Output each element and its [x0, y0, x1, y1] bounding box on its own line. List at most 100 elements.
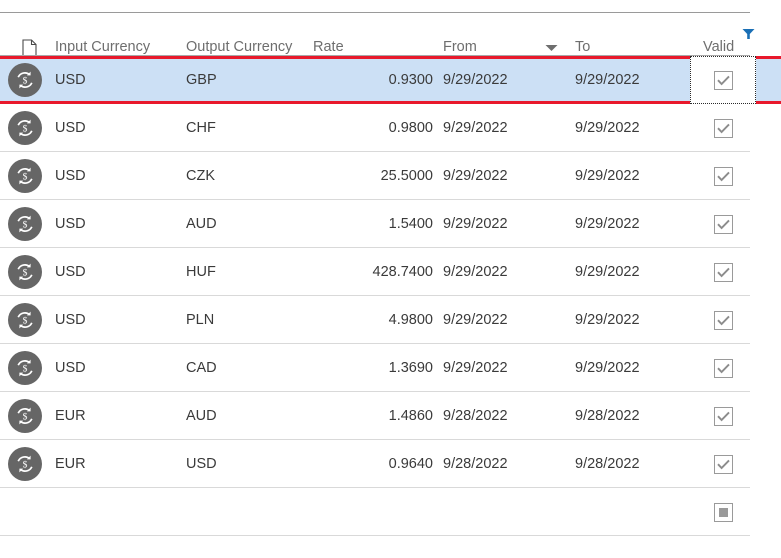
cell-output-currency[interactable]: CHF — [186, 104, 216, 152]
cell-from-date[interactable]: 9/29/2022 — [443, 152, 508, 200]
svg-text:$: $ — [23, 412, 28, 423]
cell-from-date[interactable]: 9/29/2022 — [443, 344, 508, 392]
valid-checkbox[interactable] — [713, 70, 733, 90]
row-icon-cell[interactable]: $ — [8, 344, 42, 392]
cell-input-currency[interactable]: USD — [55, 296, 86, 344]
cell-rate[interactable]: 25.5000 — [313, 152, 433, 200]
cell-valid[interactable] — [690, 488, 756, 536]
cell-valid[interactable] — [690, 248, 756, 296]
valid-checkbox[interactable] — [713, 406, 733, 426]
table-row[interactable]: $ USD CHF 0.9800 9/29/2022 9/29/2022 — [0, 104, 781, 152]
valid-checkbox[interactable] — [713, 262, 733, 282]
table-row[interactable]: $ EUR USD 0.9640 9/28/2022 9/28/2022 — [0, 440, 781, 488]
table-row[interactable]: $ EUR AUD 1.4860 9/28/2022 9/28/2022 — [0, 392, 781, 440]
table-row[interactable]: $ USD HUF 428.7400 9/29/2022 9/29/2022 — [0, 248, 781, 296]
cell-valid[interactable] — [690, 392, 756, 440]
cell-rate[interactable]: 1.4860 — [313, 392, 433, 440]
checkmark-icon — [716, 171, 730, 181]
cell-rate[interactable]: 0.9800 — [313, 104, 433, 152]
cell-input-currency[interactable]: USD — [55, 104, 86, 152]
cell-output-currency[interactable]: AUD — [186, 200, 217, 248]
cell-output-currency[interactable]: GBP — [186, 59, 217, 101]
cell-valid[interactable] — [690, 440, 756, 488]
checkmark-icon — [716, 267, 730, 277]
table-row[interactable]: $ USD CZK 25.5000 9/29/2022 9/29/2022 — [0, 152, 781, 200]
svg-text:$: $ — [23, 220, 28, 231]
cell-from-date[interactable]: 9/28/2022 — [443, 440, 508, 488]
cell-from-date[interactable]: 9/29/2022 — [443, 296, 508, 344]
cell-input-currency[interactable]: USD — [55, 152, 86, 200]
valid-checkbox[interactable] — [713, 358, 733, 378]
table-row-selected[interactable]: $ USD GBP 0.9300 9/29/2022 9/29/2022 — [0, 56, 781, 104]
valid-checkbox[interactable] — [713, 454, 733, 474]
cell-from-date[interactable]: 9/29/2022 — [443, 248, 508, 296]
cell-to-date[interactable]: 9/29/2022 — [575, 59, 640, 101]
cell-to-date[interactable]: 9/29/2022 — [575, 296, 640, 344]
row-icon-cell[interactable]: $ — [8, 296, 42, 344]
cell-input-currency[interactable]: EUR — [55, 440, 86, 488]
cell-output-currency[interactable]: CZK — [186, 152, 215, 200]
table-row[interactable]: $ USD AUD 1.5400 9/29/2022 9/29/2022 — [0, 200, 781, 248]
row-icon-cell[interactable]: $ — [8, 59, 42, 101]
currency-exchange-icon: $ — [8, 159, 42, 193]
valid-checkbox[interactable] — [713, 214, 733, 234]
svg-text:$: $ — [23, 172, 28, 183]
cell-to-date[interactable]: 9/29/2022 — [575, 104, 640, 152]
cell-valid[interactable] — [690, 200, 756, 248]
cell-valid[interactable] — [690, 152, 756, 200]
cell-output-currency[interactable]: CAD — [186, 344, 217, 392]
cell-to-date[interactable]: 9/29/2022 — [575, 200, 640, 248]
row-icon-cell[interactable] — [8, 488, 42, 536]
cell-rate[interactable]: 1.5400 — [313, 200, 433, 248]
cell-input-currency[interactable]: USD — [55, 59, 86, 101]
cell-rate[interactable]: 4.9800 — [313, 296, 433, 344]
cell-to-date[interactable]: 9/29/2022 — [575, 152, 640, 200]
cell-from-date[interactable]: 9/29/2022 — [443, 200, 508, 248]
currency-exchange-icon: $ — [8, 207, 42, 241]
filter-icon[interactable] — [742, 27, 755, 45]
cell-to-date[interactable]: 9/29/2022 — [575, 248, 640, 296]
currency-exchange-icon: $ — [8, 111, 42, 145]
table-row[interactable]: $ USD PLN 4.9800 9/29/2022 9/29/2022 — [0, 296, 781, 344]
row-icon-cell[interactable]: $ — [8, 152, 42, 200]
checkmark-icon — [716, 315, 730, 325]
cell-output-currency[interactable]: AUD — [186, 392, 217, 440]
row-icon-cell[interactable]: $ — [8, 104, 42, 152]
cell-rate[interactable]: 428.7400 — [313, 248, 433, 296]
indeterminate-square-icon — [718, 507, 728, 517]
cell-from-date[interactable]: 9/29/2022 — [443, 104, 508, 152]
cell-output-currency[interactable]: PLN — [186, 296, 214, 344]
row-icon-cell[interactable]: $ — [8, 200, 42, 248]
cell-input-currency[interactable]: USD — [55, 200, 86, 248]
cell-input-currency[interactable]: USD — [55, 344, 86, 392]
cell-to-date[interactable]: 9/29/2022 — [575, 344, 640, 392]
cell-output-currency[interactable]: HUF — [186, 248, 216, 296]
cell-valid-focused[interactable] — [690, 56, 756, 104]
valid-checkbox[interactable] — [713, 310, 733, 330]
currency-rates-data-grid: Input Currency Output Currency Rate From… — [0, 0, 781, 558]
cell-rate[interactable] — [313, 488, 433, 536]
valid-checkbox[interactable] — [713, 502, 733, 522]
cell-valid[interactable] — [690, 296, 756, 344]
row-icon-cell[interactable]: $ — [8, 392, 42, 440]
cell-rate[interactable]: 0.9300 — [313, 59, 433, 101]
cell-from-date[interactable]: 9/28/2022 — [443, 392, 508, 440]
valid-checkbox[interactable] — [713, 118, 733, 138]
table-row[interactable]: $ USD CAD 1.3690 9/29/2022 9/29/2022 — [0, 344, 781, 392]
cell-input-currency[interactable]: USD — [55, 248, 86, 296]
cell-to-date[interactable]: 9/28/2022 — [575, 440, 640, 488]
cell-valid[interactable] — [690, 104, 756, 152]
cell-valid[interactable] — [690, 344, 756, 392]
table-row[interactable] — [0, 488, 781, 536]
grid-header-row: Input Currency Output Currency Rate From… — [0, 13, 781, 57]
cell-to-date[interactable]: 9/28/2022 — [575, 392, 640, 440]
cell-rate[interactable]: 1.3690 — [313, 344, 433, 392]
valid-checkbox[interactable] — [713, 166, 733, 186]
row-icon-cell[interactable]: $ — [8, 440, 42, 488]
cell-rate[interactable]: 0.9640 — [313, 440, 433, 488]
cell-from-date[interactable]: 9/29/2022 — [443, 59, 508, 101]
row-icon-cell[interactable]: $ — [8, 248, 42, 296]
cell-input-currency[interactable]: EUR — [55, 392, 86, 440]
currency-exchange-icon: $ — [8, 351, 42, 385]
cell-output-currency[interactable]: USD — [186, 440, 217, 488]
